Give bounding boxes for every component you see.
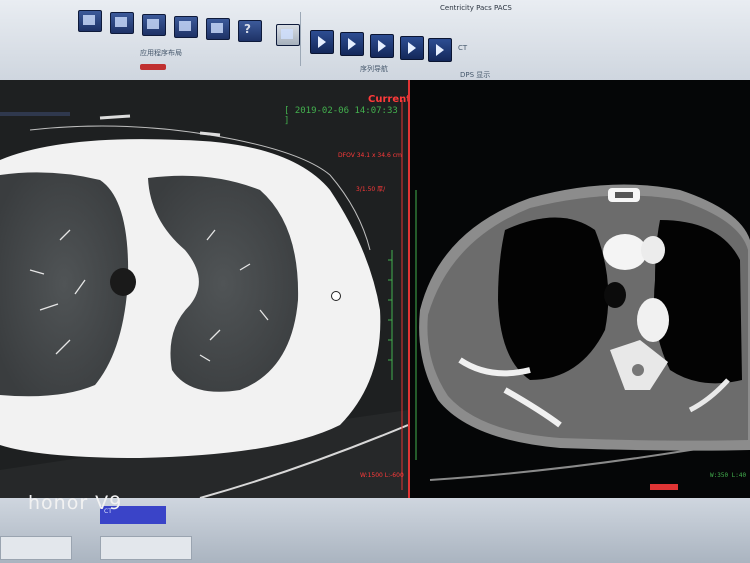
fov-info: DFOV 34.1 x 34.6 cm bbox=[338, 152, 402, 159]
window-title: Centricity Pacs PACS bbox=[440, 4, 512, 12]
viewport-mediastinal-window[interactable]: W:350 L:40 bbox=[410, 80, 750, 498]
layout-3x3-button[interactable] bbox=[206, 18, 230, 40]
current-study-label: Current bbox=[368, 94, 410, 105]
device-watermark: honor V9 bbox=[28, 492, 123, 514]
toolbar-ribbon: Centricity Pacs PACS 应用程序布局 序列导航 CT DPS … bbox=[0, 0, 750, 81]
layout-2x2-button[interactable] bbox=[174, 16, 198, 38]
window-level-info: W:350 L:40 bbox=[710, 472, 747, 479]
layout-1x1-button[interactable] bbox=[78, 10, 102, 32]
series-next-button[interactable] bbox=[400, 36, 424, 60]
help-icon[interactable] bbox=[238, 20, 262, 42]
layout-1x2-button[interactable] bbox=[110, 12, 134, 34]
series-play-button[interactable] bbox=[370, 34, 394, 58]
layout-2x1-button[interactable] bbox=[142, 14, 166, 36]
ribbon-divider bbox=[300, 12, 301, 66]
dps-group-label: DPS 显示 bbox=[460, 71, 491, 79]
viewport-lung-window[interactable]: Current [ 2019-02-06 14:07:33 ] DFOV 34.… bbox=[0, 80, 410, 498]
ct-mediastinal-image bbox=[415, 184, 750, 490]
series-prev-button[interactable] bbox=[340, 32, 364, 56]
study-timestamp: [ 2019-02-06 14:07:33 ] bbox=[284, 106, 398, 126]
ct-lung-image bbox=[0, 100, 408, 498]
slice-info: 3/1.50 厚/ bbox=[356, 186, 386, 193]
taskbar-button[interactable] bbox=[100, 536, 192, 560]
modality-label: CT bbox=[458, 44, 468, 52]
red-marker bbox=[140, 64, 166, 70]
series-last-button[interactable] bbox=[428, 38, 452, 62]
layout-group-label: 应用程序布局 bbox=[140, 49, 182, 57]
mouse-cursor bbox=[331, 291, 341, 301]
series-first-button[interactable] bbox=[310, 30, 334, 54]
window-level-info: W:1500 L:-600 bbox=[360, 472, 404, 479]
taskbar-button[interactable] bbox=[0, 536, 72, 560]
grid-icon[interactable] bbox=[276, 24, 300, 46]
series-nav-group-label: 序列导航 bbox=[360, 65, 388, 73]
